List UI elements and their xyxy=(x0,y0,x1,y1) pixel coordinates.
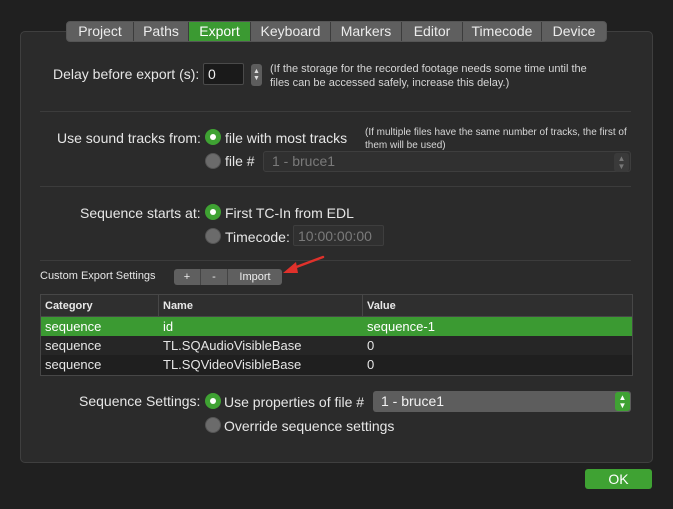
sound-tracks-label: Use sound tracks from: xyxy=(57,130,201,146)
cell-category: sequence xyxy=(45,338,102,353)
timecode-input[interactable]: 10:00:00:00 xyxy=(293,225,384,246)
first-tc-label: First TC-In from EDL xyxy=(225,205,354,221)
custom-export-label: Custom Export Settings xyxy=(40,270,156,282)
separator xyxy=(40,260,631,261)
sound-file-select[interactable]: 1 - bruce1 ▲ ▼ xyxy=(263,151,631,172)
cell-category: sequence xyxy=(45,319,102,334)
most-tracks-radio[interactable] xyxy=(205,129,221,145)
custom-export-buttons: + - Import xyxy=(174,269,282,285)
tab-editor[interactable]: Editor xyxy=(402,22,463,41)
cell-value: 0 xyxy=(367,357,375,372)
separator xyxy=(40,186,631,187)
cell-category: sequence xyxy=(45,357,102,372)
delay-label: Delay before export (s): xyxy=(53,66,200,82)
cell-name: TL.SQAudioVisibleBase xyxy=(163,338,302,353)
sound-tracks-note: (If multiple files have the same number … xyxy=(365,127,627,151)
chevron-updown-icon: ▲ ▼ xyxy=(615,392,630,411)
chevron-down-icon: ▼ xyxy=(253,75,260,82)
sequence-start-label: Sequence starts at: xyxy=(80,205,201,221)
use-properties-radio[interactable] xyxy=(205,393,221,409)
custom-settings-table: Category Name Value sequence id sequence… xyxy=(40,294,633,376)
delay-stepper[interactable]: ▲ ▼ xyxy=(251,64,262,86)
tab-markers[interactable]: Markers xyxy=(331,22,402,41)
sequence-settings-label: Sequence Settings: xyxy=(79,393,201,409)
use-properties-label: Use properties of file # xyxy=(224,394,365,410)
table-header: Category Name Value xyxy=(41,295,632,317)
tab-device[interactable]: Device xyxy=(542,22,606,41)
file-number-radio[interactable] xyxy=(205,153,221,169)
red-arrow-icon xyxy=(283,255,325,273)
column-header-name[interactable]: Name xyxy=(159,295,363,316)
table-row[interactable]: sequence TL.SQAudioVisibleBase 0 xyxy=(41,336,632,355)
sound-file-value: 1 - bruce1 xyxy=(272,153,336,169)
override-radio[interactable] xyxy=(205,417,221,433)
cell-value: 0 xyxy=(367,338,375,353)
ok-button[interactable]: OK xyxy=(585,469,652,489)
add-button[interactable]: + xyxy=(174,269,201,285)
import-button[interactable]: Import xyxy=(228,269,282,285)
tab-timecode[interactable]: Timecode xyxy=(463,22,542,41)
remove-button[interactable]: - xyxy=(201,269,228,285)
delay-note: (If the storage for the recorded footage… xyxy=(270,63,587,89)
timecode-radio[interactable] xyxy=(205,228,221,244)
most-tracks-label: file with most tracks xyxy=(225,130,348,146)
tab-paths[interactable]: Paths xyxy=(134,22,189,41)
separator xyxy=(40,111,631,112)
delay-input[interactable]: 0 xyxy=(203,63,244,85)
cell-name: TL.SQVideoVisibleBase xyxy=(163,357,302,372)
timecode-label: Timecode: xyxy=(225,229,290,245)
column-header-value[interactable]: Value xyxy=(363,295,632,316)
table-row[interactable]: sequence TL.SQVideoVisibleBase 0 xyxy=(41,355,632,374)
tab-keyboard[interactable]: Keyboard xyxy=(251,22,331,41)
tab-export[interactable]: Export xyxy=(189,22,251,41)
tab-bar: Project Paths Export Keyboard Markers Ed… xyxy=(66,21,607,42)
column-header-category[interactable]: Category xyxy=(41,295,159,316)
tab-project[interactable]: Project xyxy=(67,22,134,41)
cell-name: id xyxy=(163,319,174,334)
chevron-up-icon: ▲ xyxy=(253,68,260,75)
file-number-label: file # xyxy=(225,153,255,169)
override-label: Override sequence settings xyxy=(224,418,395,434)
table-row[interactable]: sequence id sequence-1 xyxy=(41,317,632,336)
chevron-updown-icon: ▲ ▼ xyxy=(614,153,629,172)
sequence-file-select[interactable]: 1 - bruce1 ▲ ▼ xyxy=(373,391,631,412)
sequence-file-value: 1 - bruce1 xyxy=(381,393,445,409)
first-tc-radio[interactable] xyxy=(205,204,221,220)
cell-value: sequence-1 xyxy=(367,319,435,334)
